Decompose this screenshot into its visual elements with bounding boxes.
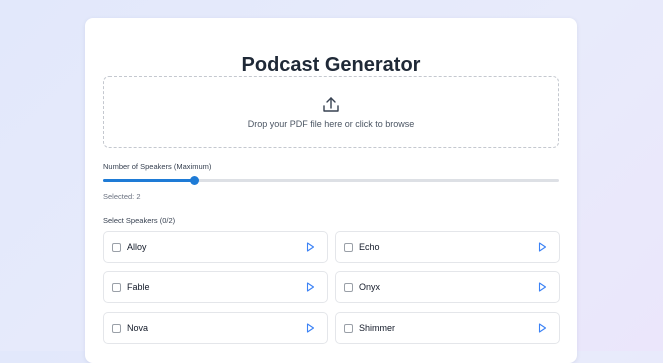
speaker-checkbox[interactable] [112,324,121,333]
dropzone-text: Drop your PDF file here or click to brow… [247,119,415,129]
speaker-option-alloy[interactable]: Alloy [103,231,328,263]
upload-icon [323,97,339,112]
speaker-option-shimmer[interactable]: Shimmer [335,312,560,344]
speaker-option-onyx[interactable]: Onyx [335,271,560,303]
speaker-name: Fable [127,282,150,292]
play-icon[interactable] [306,323,315,333]
speaker-checkbox[interactable] [344,324,353,333]
speaker-checkbox[interactable] [344,283,353,292]
play-icon[interactable] [306,282,315,292]
speaker-option-nova[interactable]: Nova [103,312,328,344]
speakers-slider-label: Number of Speakers (Maximum) [103,162,212,171]
speaker-option-fable[interactable]: Fable [103,271,328,303]
speaker-checkbox[interactable] [112,283,121,292]
speakers-slider[interactable] [103,176,559,185]
speaker-option-echo[interactable]: Echo [335,231,560,263]
podcast-generator-card: Podcast Generator Drop your PDF file her… [85,18,577,363]
play-icon[interactable] [306,242,315,252]
play-icon[interactable] [538,282,547,292]
speaker-name: Echo [359,242,380,252]
speaker-name: Alloy [127,242,147,252]
page-title: Podcast Generator [241,54,421,76]
play-icon[interactable] [538,242,547,252]
speaker-name: Shimmer [359,323,396,333]
slider-fill [103,179,195,182]
speaker-name: Nova [127,323,149,333]
pdf-dropzone[interactable]: Drop your PDF file here or click to brow… [103,76,559,148]
speaker-name: Onyx [359,282,381,292]
select-speakers-label: Select Speakers (0/2) [103,216,176,225]
play-icon[interactable] [538,323,547,333]
slider-thumb[interactable] [189,176,199,185]
speaker-checkbox[interactable] [112,243,121,252]
selected-count-text: Selected: 2 [103,192,141,201]
speaker-checkbox[interactable] [344,243,353,252]
